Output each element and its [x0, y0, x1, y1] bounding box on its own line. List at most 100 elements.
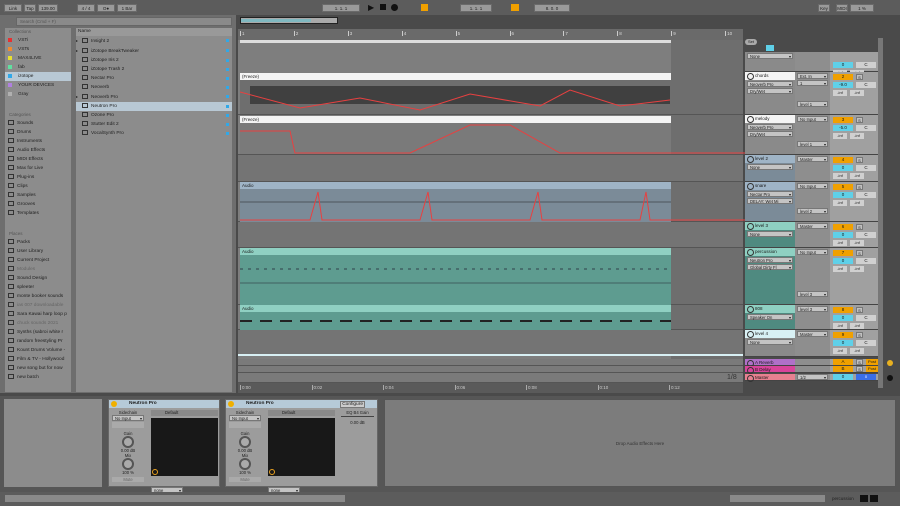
- post-toggle[interactable]: Post: [866, 366, 878, 372]
- link-button[interactable]: Link: [4, 4, 22, 12]
- track-activator[interactable]: 4: [833, 157, 853, 163]
- pan-field[interactable]: C: [856, 125, 876, 131]
- place-item[interactable]: monte booker sounds: [5, 292, 71, 301]
- device-chooser[interactable]: None: [747, 339, 793, 345]
- pan-field[interactable]: C: [856, 62, 876, 68]
- pan-field[interactable]: C: [856, 165, 876, 171]
- parameter-chooser[interactable]: DELAY: Wet Mi: [747, 198, 793, 204]
- solo-button[interactable]: S: [856, 224, 863, 230]
- solo-button[interactable]: S: [856, 184, 863, 190]
- plugin-expand-icon[interactable]: [269, 469, 275, 475]
- output-chooser[interactable]: 1/2: [797, 374, 828, 380]
- collection-item[interactable]: MAX4LIVE: [5, 54, 71, 63]
- category-item[interactable]: Instruments: [5, 137, 71, 146]
- show-returns-icon[interactable]: [887, 360, 893, 366]
- clip[interactable]: (Freeze): [240, 116, 745, 154]
- name-column-header[interactable]: Name: [76, 28, 232, 36]
- volume-field[interactable]: 0: [833, 258, 853, 264]
- track-activator[interactable]: A: [833, 359, 853, 365]
- track-name[interactable]: Master: [745, 374, 795, 382]
- track-activator[interactable]: 7: [833, 250, 853, 256]
- volume-field[interactable]: 0: [833, 192, 853, 198]
- mute-button[interactable]: Mute: [112, 477, 144, 482]
- track-header[interactable]: level 4 None: [745, 330, 795, 357]
- track-name[interactable]: level 2: [745, 155, 795, 163]
- loop-length-field[interactable]: 8. 0. 0: [534, 4, 570, 12]
- place-item[interactable]: Kount Drums Volume -: [5, 346, 71, 355]
- pan-field[interactable]: C: [856, 258, 876, 264]
- track-name[interactable]: snare: [745, 182, 795, 190]
- solo-button[interactable]: S: [856, 332, 863, 338]
- solo-button[interactable]: S: [856, 366, 863, 372]
- track-name[interactable]: chords: [745, 72, 795, 80]
- device-view-toggle[interactable]: [870, 495, 878, 502]
- tap-button[interactable]: Tap: [24, 4, 36, 12]
- preset-name[interactable]: Default: [151, 410, 218, 416]
- input-output-chooser[interactable]: No Input: [797, 183, 828, 189]
- track-header[interactable]: chordsNeoverb ProDry/Wet: [745, 72, 795, 115]
- track-name[interactable]: level 4: [745, 330, 795, 338]
- play-icon[interactable]: ▶: [368, 3, 374, 12]
- show-mixer-icon[interactable]: [887, 375, 893, 381]
- place-item[interactable]: new batch: [5, 373, 71, 382]
- place-item[interactable]: random freestyling Pr: [5, 337, 71, 346]
- place-item[interactable]: User Library: [5, 247, 71, 256]
- track-activator[interactable]: 2: [833, 74, 853, 80]
- configure-button[interactable]: Configure: [340, 401, 365, 408]
- file-item[interactable]: Nectar Pro: [76, 74, 232, 83]
- parameter-chooser[interactable]: Dry/Wet: [747, 131, 793, 137]
- track-name[interactable]: B Delay: [745, 366, 795, 374]
- place-item[interactable]: Film & TV - Hollywood: [5, 355, 71, 364]
- preset-name[interactable]: Default: [268, 410, 335, 416]
- track-activator[interactable]: 3: [833, 117, 853, 123]
- file-item[interactable]: ▸ iZotope BreakTweaker: [76, 46, 232, 56]
- parameter-chooser[interactable]: Dry/Wet: [747, 88, 793, 94]
- device-power-icon[interactable]: [228, 401, 234, 407]
- clip[interactable]: (Freeze): [239, 73, 671, 114]
- input-channel-chooser[interactable]: 1: [797, 80, 828, 86]
- volume-field[interactable]: 0: [833, 340, 853, 346]
- collection-item[interactable]: VSTs: [5, 45, 71, 54]
- track-activator[interactable]: 5: [833, 184, 853, 190]
- file-item[interactable]: Ozone Pro: [76, 111, 232, 120]
- parameter-chooser[interactable]: Global Dirty Fl: [747, 264, 793, 270]
- place-item[interactable]: Current Project: [5, 256, 71, 265]
- post-toggle[interactable]: Post: [866, 359, 878, 365]
- parameter-slider[interactable]: [341, 416, 374, 417]
- place-item[interactable]: new song but for now: [5, 364, 71, 373]
- category-item[interactable]: Grooves: [5, 200, 71, 209]
- pan-field[interactable]: C: [856, 192, 876, 198]
- volume-field[interactable]: 0: [833, 315, 853, 321]
- sidechain-input-chooser[interactable]: No Input: [229, 415, 261, 421]
- device-chooser[interactable]: None: [747, 231, 793, 237]
- volume-field[interactable]: 0: [833, 232, 853, 238]
- pan-field[interactable]: C: [856, 315, 876, 321]
- signature-field[interactable]: 4 / 4: [77, 4, 95, 12]
- collection-item[interactable]: Gray: [5, 90, 71, 99]
- place-item[interactable]: ias 007 downloadable: [5, 301, 71, 310]
- place-item[interactable]: chuck sounds 2021: [5, 319, 71, 328]
- solo-button[interactable]: S: [856, 250, 863, 256]
- file-item[interactable]: iZotope Trash 2: [76, 65, 232, 74]
- category-item[interactable]: Samples: [5, 191, 71, 200]
- input-output-chooser[interactable]: level 3: [797, 306, 828, 312]
- arrangement-position[interactable]: 1. 1. 1: [322, 4, 360, 12]
- set-button[interactable]: Set: [745, 39, 757, 45]
- category-item[interactable]: Max for Live: [5, 164, 71, 173]
- solo-button[interactable]: S: [856, 307, 863, 313]
- collection-item[interactable]: fab: [5, 63, 71, 72]
- input-output-chooser[interactable]: Master: [797, 156, 828, 162]
- category-item[interactable]: Audio Effects: [5, 146, 71, 155]
- pan-field[interactable]: C: [856, 340, 876, 346]
- file-item[interactable]: ▸ Insight 2: [76, 36, 232, 46]
- input-output-chooser[interactable]: Master: [797, 223, 828, 229]
- gain-knob[interactable]: [122, 436, 134, 448]
- category-item[interactable]: Drums: [5, 128, 71, 137]
- output-chooser[interactable]: level 1: [797, 101, 828, 107]
- file-item[interactable]: Neoverb: [76, 83, 232, 92]
- time-ruler[interactable]: 0:00 0:02 0:04 0:06 0:08 0:10 0:12: [238, 383, 743, 393]
- loop-start-field[interactable]: 1. 1. 1: [460, 4, 492, 12]
- volume-field[interactable]: -9.0: [833, 82, 853, 88]
- search-input[interactable]: Search (Cmd + F): [16, 17, 232, 26]
- solo-button[interactable]: S: [856, 157, 863, 163]
